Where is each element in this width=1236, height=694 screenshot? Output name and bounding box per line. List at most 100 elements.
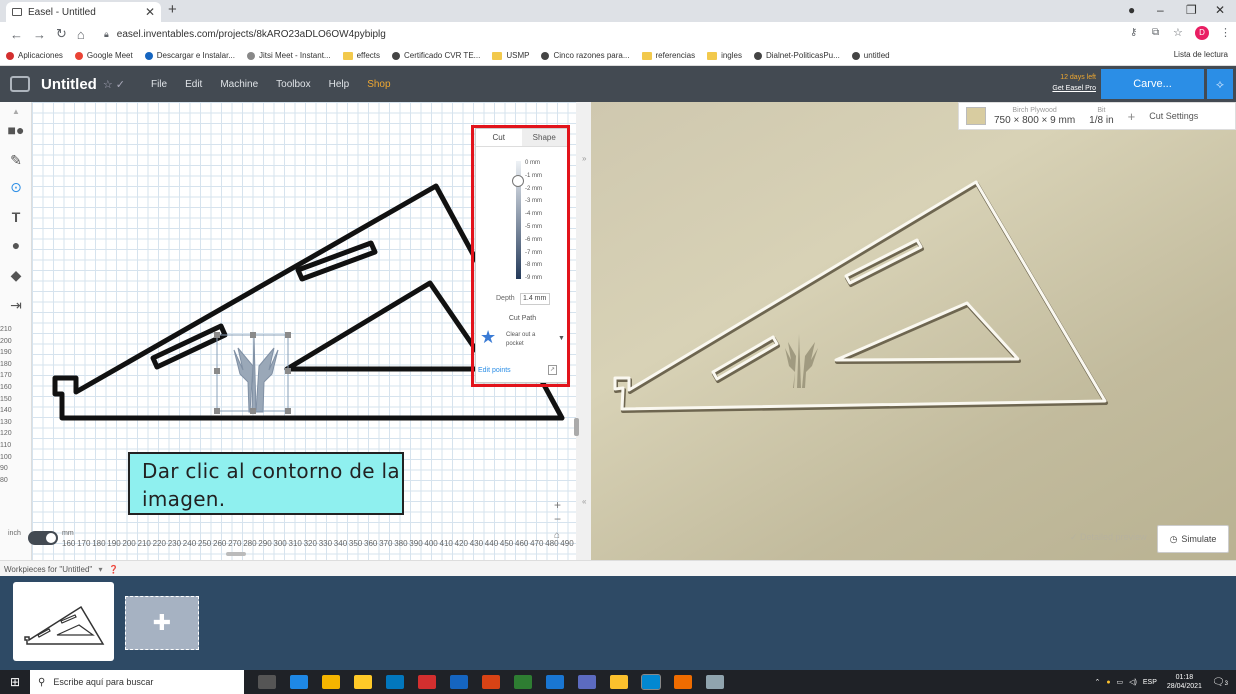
bookmark-item[interactable]: untitled — [851, 51, 890, 60]
home-icon[interactable]: ⌂ — [77, 27, 85, 42]
add-workpiece-button[interactable]: ✚ — [125, 596, 199, 650]
bookmark-item[interactable]: Descargar e Instalar... — [144, 51, 235, 60]
menu-toolbox[interactable]: Toolbox — [276, 79, 310, 90]
close-window-icon[interactable]: ✕ — [1215, 3, 1225, 17]
chrome-active-icon[interactable] — [641, 674, 661, 690]
add-bit-icon[interactable]: + — [1128, 109, 1136, 124]
simulate-button[interactable]: ◷ Simulate — [1157, 525, 1229, 553]
teams-icon[interactable] — [578, 675, 596, 689]
bookmark-item[interactable]: USMP — [492, 51, 529, 60]
collapse-up-icon[interactable]: ▲ — [6, 102, 26, 122]
bookmark-item[interactable]: Cinco razones para... — [541, 51, 630, 60]
tray-app-icon[interactable]: ● — [1106, 679, 1110, 686]
project-title[interactable]: Untitled — [41, 76, 97, 93]
carve-button[interactable]: Carve... — [1101, 69, 1204, 99]
easel-logo-icon[interactable] — [10, 76, 30, 92]
url-field[interactable]: 🔒︎ easel.inventables.com/projects/8kARO2… — [104, 25, 1104, 43]
menu-machine[interactable]: Machine — [220, 79, 258, 90]
material-swatch[interactable] — [966, 107, 986, 125]
back-icon[interactable]: ← — [10, 27, 23, 42]
lock-icon[interactable]: 🔒︎ — [104, 29, 109, 40]
taskbar-search[interactable]: ⚲ Escribe aquí para buscar — [30, 670, 244, 694]
favorite-star-icon[interactable]: ☆ ✓ — [103, 78, 125, 91]
bookmark-item[interactable]: referencias — [641, 51, 695, 60]
bookmark-item[interactable]: Jitsi Meet - Instant... — [247, 51, 331, 60]
trident-logo[interactable] — [233, 335, 279, 413]
more-menu-icon[interactable]: ⋮ — [1220, 26, 1231, 39]
tray-arrow-icon[interactable]: ⌃ — [1094, 678, 1100, 686]
photos-icon[interactable] — [450, 675, 468, 689]
horizontal-scrollbar[interactable] — [226, 552, 246, 556]
app-f-icon[interactable] — [674, 675, 692, 689]
help-icon[interactable]: ❓ — [109, 565, 119, 574]
detailed-preview-toggle[interactable]: ✓ Detailed preview — [1070, 532, 1147, 543]
word-icon[interactable] — [546, 675, 564, 689]
ruler-y-tick: 200 — [0, 337, 12, 345]
zoom-in-icon[interactable]: + — [554, 498, 561, 512]
unit-toggle[interactable] — [28, 531, 58, 545]
get-pro-link[interactable]: Get Easel Pro — [1036, 83, 1096, 94]
chevron-down-icon[interactable]: ▾ — [98, 565, 102, 574]
target-icon[interactable]: ⊙ — [6, 177, 26, 197]
volume-icon[interactable]: ◁) — [1129, 678, 1137, 686]
new-tab-button[interactable]: + — [168, 1, 177, 18]
zoom-out-icon[interactable]: − — [554, 512, 561, 526]
notifications-icon[interactable]: 🗨︎3 — [1212, 677, 1228, 688]
excel-icon[interactable] — [514, 675, 532, 689]
text-icon[interactable]: T — [6, 207, 26, 227]
translate-icon[interactable]: ⧉ — [1152, 27, 1159, 38]
file-explorer-icon[interactable] — [354, 675, 372, 689]
restore-icon[interactable]: ❐ — [1186, 3, 1197, 17]
3d-box-icon[interactable]: ◆ — [6, 265, 26, 285]
chrome-icon[interactable] — [322, 675, 340, 689]
edge-icon[interactable] — [290, 675, 308, 689]
menu-edit[interactable]: Edit — [185, 79, 202, 90]
carve-preview[interactable] — [591, 102, 1236, 560]
close-tab-icon[interactable]: ✕ — [145, 5, 155, 19]
task-view-icon[interactable] — [258, 675, 276, 689]
windows-start-icon[interactable]: ⊞ — [0, 675, 30, 689]
powerpoint-icon[interactable] — [482, 675, 500, 689]
material-bar[interactable]: Birch Plywood 750 × 800 × 9 mm Bit 1/8 i… — [958, 102, 1236, 130]
acrobat-icon[interactable] — [418, 675, 436, 689]
menu-file[interactable]: File — [151, 79, 167, 90]
panel-divider[interactable] — [576, 102, 591, 560]
reload-icon[interactable]: ↻ — [56, 26, 67, 42]
bookmark-star-icon[interactable]: ☆ — [1173, 26, 1183, 39]
forward-icon[interactable]: → — [33, 27, 46, 42]
bookmark-item[interactable]: effects — [342, 51, 380, 60]
bookmark-item[interactable]: Google Meet — [74, 51, 133, 60]
vertical-scrollbar[interactable] — [574, 418, 579, 436]
sticky-notes-icon[interactable] — [610, 675, 628, 689]
network-icon[interactable]: ▭ — [1117, 678, 1124, 686]
store-icon[interactable] — [386, 675, 404, 689]
bookmark-item[interactable]: Certificado CVR TE... — [392, 51, 480, 60]
paint-icon[interactable] — [706, 675, 724, 689]
minimize-icon[interactable]: – — [1157, 3, 1164, 17]
reading-list-button[interactable]: Lista de lectura — [1174, 50, 1228, 59]
browser-tab[interactable]: Easel - Untitled ✕ — [6, 2, 161, 22]
import-icon[interactable]: ⇥ — [6, 295, 26, 315]
workpieces-header[interactable]: Workpieces for "Untitled" ▾ ❓ — [0, 560, 1236, 576]
bookmark-item[interactable]: ingles — [707, 51, 742, 60]
record-icon[interactable]: ● — [1128, 3, 1135, 17]
bit-info[interactable]: Bit 1/8 in — [1089, 106, 1113, 127]
menu-shop[interactable]: Shop — [367, 79, 390, 90]
workpiece-thumbnail[interactable] — [13, 582, 114, 661]
bookmark-item[interactable]: Aplicaciones — [6, 51, 63, 60]
clock[interactable]: 01:18 28/04/2021 — [1167, 673, 1202, 691]
cut-settings-button[interactable]: Cut Settings — [1149, 111, 1198, 121]
zoom-home-icon[interactable]: ⌂ — [554, 530, 560, 541]
language-indicator[interactable]: ESP — [1143, 679, 1157, 686]
expand-right-icon[interactable]: » — [582, 154, 586, 163]
machine-connect-icon[interactable]: ⟡ — [1207, 69, 1233, 99]
apps-apple-icon[interactable]: ● — [6, 235, 26, 255]
bookmark-item[interactable]: Dialnet-PoliticasPu... — [753, 51, 840, 60]
shapes-icon[interactable]: ■● — [6, 120, 26, 140]
material-info[interactable]: Birch Plywood 750 × 800 × 9 mm — [994, 106, 1075, 127]
key-icon[interactable]: ⚷ — [1130, 27, 1137, 38]
collapse-left-icon[interactable]: « — [582, 497, 586, 506]
pen-icon[interactable]: ✎ — [6, 150, 26, 170]
menu-help[interactable]: Help — [329, 79, 350, 90]
profile-avatar[interactable]: D — [1195, 26, 1209, 40]
